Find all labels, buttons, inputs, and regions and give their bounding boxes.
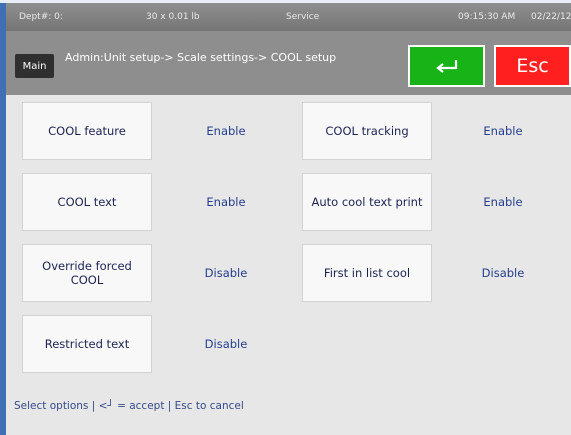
escape-button[interactable]: Esc <box>494 45 571 87</box>
cool-tracking-value: Enable <box>483 124 523 138</box>
status-bar: Dept#: 0: 30 x 0.01 lb Service 09:15:30 … <box>6 3 571 31</box>
override-forced-cool-value: Disable <box>204 266 248 280</box>
auto-cool-text-print-value: Enable <box>483 195 523 209</box>
cool-text-button[interactable]: COOL text <box>22 173 152 231</box>
mode-indicator: Service <box>286 12 320 22</box>
auto-cool-text-print-button[interactable]: Auto cool text print <box>302 173 432 231</box>
dept-number: Dept#: 0: <box>19 12 63 22</box>
main-button[interactable]: Main <box>15 54 54 78</box>
accept-button[interactable] <box>408 45 485 87</box>
cool-feature-value: Enable <box>206 124 246 138</box>
footer-instructions: Select options | <┘ = accept | Esc to ca… <box>14 400 244 412</box>
first-in-list-cool-value: Disable <box>481 266 525 280</box>
cool-feature-button[interactable]: COOL feature <box>22 102 152 160</box>
clock-date: 02/22/12 <box>531 12 571 22</box>
clock-time: 09:15:30 AM <box>458 12 516 22</box>
enter-arrow-icon <box>435 60 457 73</box>
override-forced-cool-button[interactable]: Override forced COOL <box>22 244 152 302</box>
cool-tracking-button[interactable]: COOL tracking <box>302 102 432 160</box>
restricted-text-value: Disable <box>204 337 248 351</box>
header: Main Admin:Unit setup-> Scale settings->… <box>6 31 571 95</box>
restricted-text-button[interactable]: Restricted text <box>22 315 152 373</box>
cool-text-value: Enable <box>206 195 246 209</box>
scale-screen: Dept#: 0: 30 x 0.01 lb Service 09:15:30 … <box>6 3 571 435</box>
first-in-list-cool-button[interactable]: First in list cool <box>302 244 432 302</box>
weight-readout: 30 x 0.01 lb <box>146 12 200 22</box>
breadcrumb: Admin:Unit setup-> Scale settings-> COOL… <box>65 51 337 64</box>
